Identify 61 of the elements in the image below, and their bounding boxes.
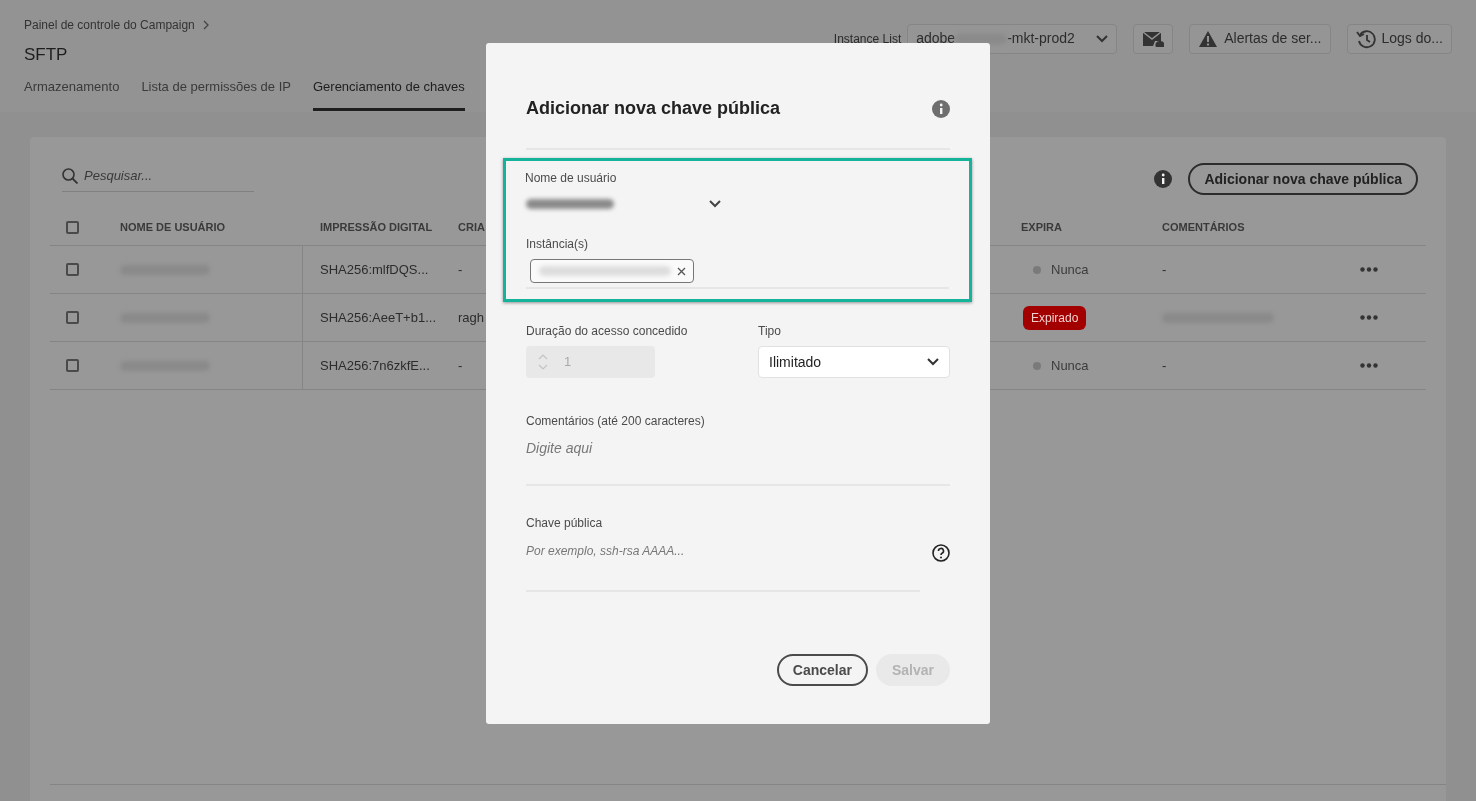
column-header: NOME DE USUÁRIO bbox=[120, 219, 226, 235]
table-cell-text: SHA256:7n6zkfE... bbox=[320, 356, 430, 375]
column-header: CRIA bbox=[458, 219, 485, 235]
chevron-down-icon bbox=[709, 200, 721, 208]
search-icon bbox=[62, 167, 78, 184]
notification-button[interactable] bbox=[1133, 23, 1174, 54]
chevron-down-icon bbox=[1096, 34, 1109, 43]
warning-icon bbox=[1198, 29, 1219, 48]
mail-bell-icon bbox=[1142, 29, 1165, 48]
field-label: Tipo bbox=[758, 323, 782, 340]
public-key-field[interactable]: Por exemplo, ssh-rsa AAAA... bbox=[526, 532, 920, 592]
type-select[interactable]: Ilimitado bbox=[758, 346, 950, 378]
add-key-button[interactable]: Adicionar nova chave pública bbox=[1188, 163, 1418, 195]
select-value: adobe bbox=[916, 29, 956, 49]
table-cell-text: - bbox=[458, 260, 463, 279]
breadcrumb-link[interactable]: Painel de controle do Campaign bbox=[24, 16, 195, 34]
tab[interactable]: Lista de permissões de IP bbox=[141, 76, 291, 111]
table-cell-text: - bbox=[458, 356, 463, 375]
field-label: Nome de usuário bbox=[525, 170, 618, 187]
status-dot bbox=[1033, 361, 1041, 370]
history-icon bbox=[1355, 28, 1376, 49]
dialog-title: Adicionar nova chave pública bbox=[526, 97, 781, 120]
tab[interactable]: Gerenciamento de chaves bbox=[312, 76, 465, 111]
field-label: Duração do acesso concedido bbox=[526, 323, 689, 340]
column-header: EXPIRA bbox=[1021, 219, 1062, 235]
page-title: SFTP bbox=[24, 44, 69, 66]
more-icon[interactable] bbox=[1360, 267, 1378, 272]
table-cell-text: SHA256:AeeT+b1... bbox=[320, 308, 436, 327]
field-label: Comentários (até 200 caracteres) bbox=[526, 413, 706, 430]
more-icon[interactable] bbox=[1360, 315, 1378, 320]
table-cell-text: - bbox=[1162, 356, 1167, 375]
tab[interactable]: Armazenamento bbox=[24, 76, 120, 111]
more-icon[interactable] bbox=[1360, 363, 1378, 368]
help-icon[interactable] bbox=[932, 544, 950, 562]
field-label: Instance List bbox=[833, 30, 902, 48]
table-cell-text: SHA256:mlfDQS... bbox=[320, 260, 429, 279]
alerts-button[interactable]: Alertas de ser... bbox=[1189, 23, 1331, 54]
status-text: Nunca bbox=[1051, 356, 1089, 375]
select-all-checkbox[interactable] bbox=[66, 220, 79, 234]
comments-field[interactable]: Digite aqui bbox=[526, 430, 950, 486]
status-badge: Expirado bbox=[1023, 305, 1087, 330]
info-icon bbox=[1154, 170, 1173, 188]
chevron-right-icon bbox=[202, 20, 209, 30]
row-checkbox[interactable] bbox=[66, 359, 79, 372]
column-header: IMPRESSÃO DIGITAL bbox=[320, 219, 433, 235]
column-header: COMENTÁRIOS bbox=[1162, 219, 1245, 235]
chevron-down-icon bbox=[927, 358, 939, 366]
cancel-button[interactable]: Cancelar bbox=[776, 654, 868, 686]
search-field[interactable]: Pesquisar... bbox=[62, 165, 254, 193]
status-dot bbox=[1033, 265, 1041, 274]
table-cell-text: - bbox=[1162, 260, 1167, 279]
table-cell-text: ragh bbox=[458, 308, 485, 327]
row-checkbox[interactable] bbox=[66, 263, 79, 276]
row-checkbox[interactable] bbox=[66, 311, 79, 324]
info-icon bbox=[932, 99, 950, 118]
status-text: Nunca bbox=[1051, 260, 1089, 279]
field-label: Chave pública bbox=[526, 515, 604, 532]
logs-button[interactable]: Logs do... bbox=[1346, 23, 1452, 54]
close-icon[interactable] bbox=[677, 266, 686, 276]
field-label: Instância(s) bbox=[526, 236, 590, 253]
select-value: -mkt-prod2 bbox=[1007, 29, 1075, 49]
